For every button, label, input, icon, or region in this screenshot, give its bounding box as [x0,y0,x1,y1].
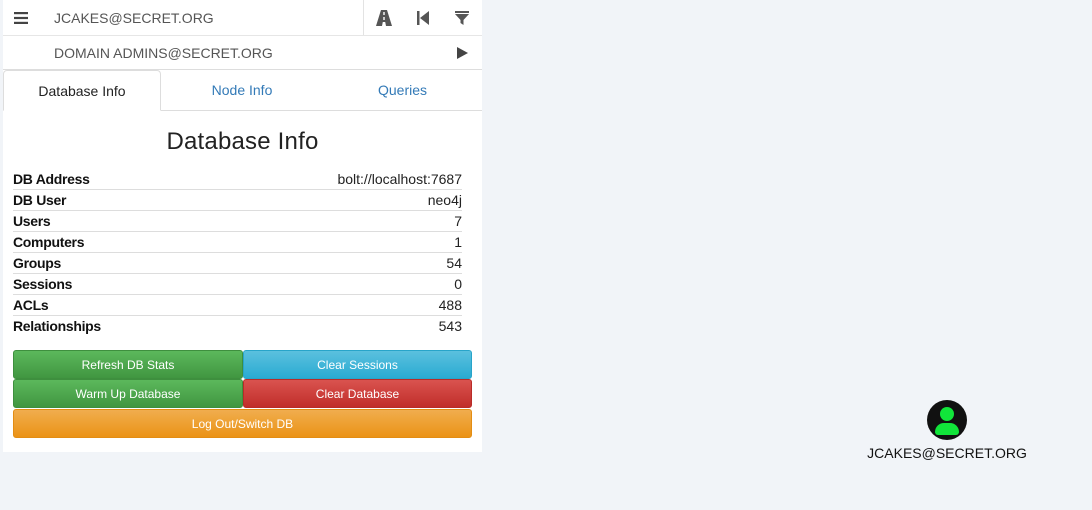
database-info-panel: Database Info DB Address bolt://localhos… [3,111,482,452]
stat-row-computers: Computers 1 [13,231,462,252]
search-panel: Database Info Node Info Queries Database… [3,0,482,452]
stat-label: Computers [13,234,85,250]
stats-table: DB Address bolt://localhost:7687 DB User… [13,168,462,336]
stat-value: 543 [438,318,462,334]
stat-value: 488 [438,297,462,313]
stat-value: 54 [446,255,462,271]
play-icon[interactable] [444,36,480,69]
tab-bar: Database Info Node Info Queries [3,69,482,111]
filter-icon[interactable] [444,0,480,35]
stat-row-acls: ACLs 488 [13,294,462,315]
road-icon[interactable] [366,0,402,35]
stat-label: Users [13,213,51,229]
stat-label: Sessions [13,276,73,292]
refresh-db-stats-button[interactable]: Refresh DB Stats [13,350,243,379]
tab-queries[interactable]: Queries [323,70,482,110]
step-backward-icon[interactable] [405,0,441,35]
start-node-search-row [3,0,482,36]
end-node-search-input[interactable] [42,36,404,69]
stat-row-db-user: DB User neo4j [13,189,462,210]
stat-row-users: Users 7 [13,210,462,231]
stat-row-sessions: Sessions 0 [13,273,462,294]
stat-value: bolt://localhost:7687 [337,170,462,187]
page-title: Database Info [166,128,319,155]
stat-row-groups: Groups 54 [13,252,462,273]
clear-sessions-button[interactable]: Clear Sessions [243,350,472,379]
logout-switch-db-button[interactable]: Log Out/Switch DB [13,409,472,438]
stat-value: 1 [454,234,462,250]
stat-value: neo4j [427,192,462,208]
tab-database-info[interactable]: Database Info [3,70,161,111]
stat-label: ACLs [13,297,49,313]
user-avatar-icon[interactable] [927,400,967,440]
stat-label: Groups [13,255,61,271]
stat-label: DB Address [13,170,90,187]
start-node-search-input[interactable] [42,0,364,35]
warm-up-database-button[interactable]: Warm Up Database [13,379,243,408]
hamburger-menu-icon[interactable] [3,0,39,35]
user-node[interactable]: JCAKES@SECRET.ORG [866,400,1028,461]
stat-value: 0 [454,276,462,292]
tab-node-info[interactable]: Node Info [161,70,323,110]
stat-label: Relationships [13,318,101,334]
action-buttons: Refresh DB Stats Clear Sessions Warm Up … [13,350,472,438]
stat-label: DB User [13,192,67,208]
stat-value: 7 [454,213,462,229]
stat-row-db-address: DB Address bolt://localhost:7687 [13,168,462,189]
end-node-search-row [3,35,482,69]
stat-row-relationships: Relationships 543 [13,315,462,336]
clear-database-button[interactable]: Clear Database [243,379,472,408]
user-node-label: JCAKES@SECRET.ORG [867,445,1027,461]
